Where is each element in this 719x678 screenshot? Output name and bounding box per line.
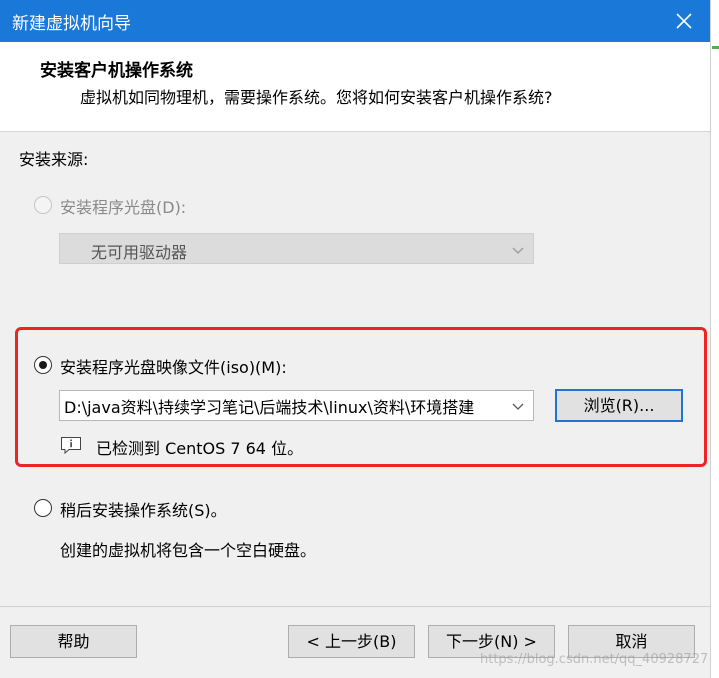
- footer-divider: [0, 606, 710, 607]
- disc-option-label: 安装程序光盘(D):: [60, 198, 187, 217]
- later-option-description: 创建的虚拟机将包含一个空白硬盘。: [60, 541, 317, 560]
- page-subtitle: 虚拟机如同物理机，需要操作系统。您将如何安装客户机操作系统?: [80, 88, 553, 107]
- close-icon[interactable]: [664, 2, 704, 40]
- radio-iso[interactable]: [34, 356, 52, 374]
- help-button[interactable]: 帮助: [10, 625, 137, 658]
- later-option-label: 稍后安装操作系统(S)。: [60, 501, 227, 520]
- disc-drive-value: 无可用驱动器: [91, 243, 188, 262]
- wizard-header: 安装客户机操作系统 虚拟机如同物理机，需要操作系统。您将如何安装客户机操作系统?: [0, 42, 710, 132]
- background-decoration: [712, 46, 719, 49]
- source-label: 安装来源:: [19, 150, 89, 169]
- radio-selected-dot: [39, 361, 47, 369]
- radio-install-later[interactable]: [34, 499, 52, 517]
- radio-disc[interactable]: [34, 196, 52, 214]
- background-window-edge: [710, 0, 719, 678]
- window-title: 新建虚拟机向导: [12, 14, 131, 34]
- chevron-down-icon[interactable]: [511, 398, 525, 412]
- back-button[interactable]: < 上一步(B): [288, 625, 415, 658]
- watermark: https://blog.csdn.net/qq_40928727: [480, 652, 709, 667]
- chevron-down-icon: [511, 242, 525, 256]
- iso-option-label: 安装程序光盘映像文件(iso)(M):: [60, 358, 287, 377]
- iso-path-input[interactable]: [59, 390, 534, 421]
- browse-button[interactable]: 浏览(R)...: [555, 389, 683, 422]
- title-bar: 新建虚拟机向导: [0, 0, 710, 42]
- info-icon: [60, 436, 82, 455]
- page-title: 安装客户机操作系统: [40, 61, 193, 81]
- detection-text: 已检测到 CentOS 7 64 位。: [96, 439, 304, 458]
- disc-drive-select[interactable]: 无可用驱动器: [59, 233, 534, 264]
